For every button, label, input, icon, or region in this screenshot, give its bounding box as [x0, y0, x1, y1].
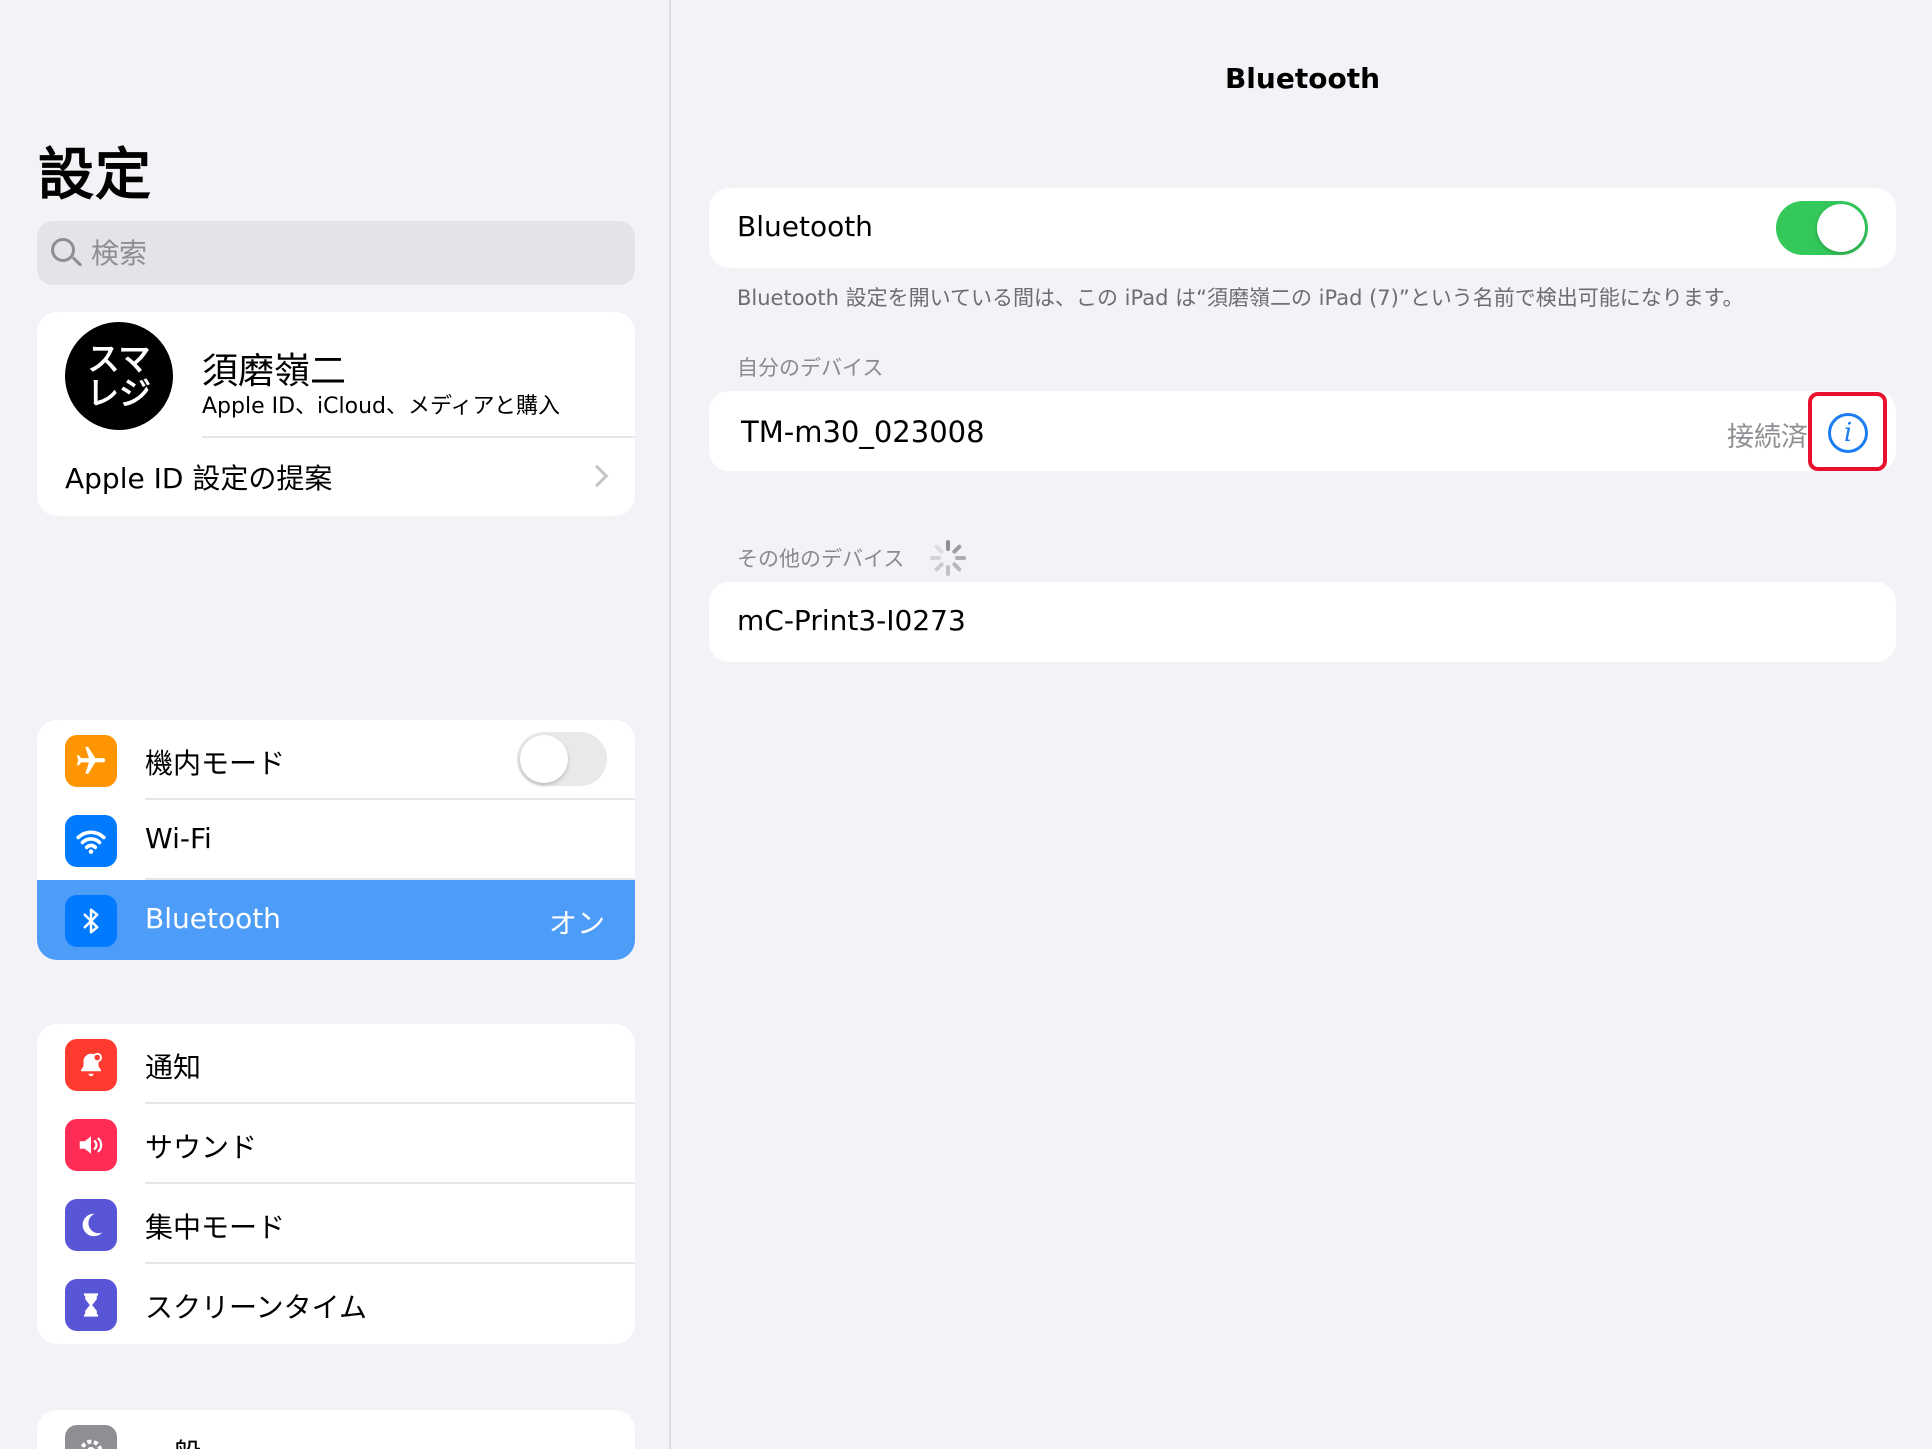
notifications-group: 通知 サウンド 集中モード スクリーンタイム — [37, 1024, 635, 1344]
hourglass-icon — [65, 1279, 117, 1331]
avatar: スマレジ — [65, 322, 173, 430]
moon-icon — [65, 1199, 117, 1251]
search-input[interactable] — [91, 236, 611, 270]
avatar-text: スマレジ — [86, 340, 151, 412]
my-devices-header: 自分のデバイス — [737, 356, 884, 380]
sidebar-item-label: スクリーンタイム — [145, 1291, 368, 1324]
other-device-row[interactable]: mC-Print3-I0273 — [709, 582, 1896, 662]
discoverable-footnote: Bluetooth 設定を開いている間は、この iPad は“須磨嶺二の iPa… — [737, 286, 1744, 310]
my-device-row[interactable]: TM-m30_023008 接続済 i — [709, 391, 1896, 471]
sidebar-item-label: 機内モード — [145, 747, 286, 780]
gear-icon — [65, 1425, 117, 1449]
sidebar-item-label: Bluetooth — [145, 902, 281, 935]
sidebar-item-wifi[interactable]: Wi-Fi — [37, 800, 635, 880]
sidebar-item-airplane-mode[interactable]: 機内モード — [37, 720, 635, 800]
profile-row[interactable]: スマレジ 須磨嶺二 Apple ID、iCloud、メディアと購入 — [37, 312, 635, 436]
sidebar-item-notifications[interactable]: 通知 — [37, 1024, 635, 1104]
bluetooth-status-value: オン — [548, 907, 605, 940]
sidebar: 設定 スマレジ 須磨嶺二 Apple ID、iCloud、メディアと購入 App… — [0, 0, 671, 1449]
device-status: 接続済 — [1727, 422, 1808, 453]
sidebar-item-label: サウンド — [145, 1131, 258, 1164]
sidebar-item-general[interactable]: 一般 — [37, 1410, 635, 1449]
search-icon — [49, 236, 83, 270]
sidebar-item-label: 通知 — [145, 1051, 202, 1084]
speaker-icon — [65, 1119, 117, 1171]
apple-id-suggestion-row[interactable]: Apple ID 設定の提案 — [37, 438, 635, 516]
sidebar-item-label: 一般 — [145, 1432, 201, 1449]
sidebar-item-sounds[interactable]: サウンド — [37, 1104, 635, 1184]
airplane-mode-toggle[interactable] — [517, 732, 607, 786]
profile-name: 須磨嶺二 — [202, 351, 347, 392]
device-name: TM-m30_023008 — [741, 415, 985, 449]
general-group: 一般 — [37, 1410, 635, 1449]
profile-card: スマレジ 須磨嶺二 Apple ID、iCloud、メディアと購入 Apple … — [37, 312, 635, 516]
chevron-right-icon — [585, 464, 609, 488]
sidebar-item-screen-time[interactable]: スクリーンタイム — [37, 1264, 635, 1344]
connectivity-group: 機内モード Wi-Fi Bluetooth オン — [37, 720, 635, 960]
sidebar-item-label: 集中モード — [145, 1211, 286, 1244]
bluetooth-toggle[interactable] — [1776, 201, 1868, 255]
bell-icon — [65, 1039, 117, 1091]
loading-spinner-icon — [928, 538, 968, 578]
bluetooth-icon — [65, 895, 117, 947]
info-button-highlight — [1808, 392, 1887, 471]
apple-id-suggestion-label: Apple ID 設定の提案 — [65, 462, 333, 495]
sidebar-title: 設定 — [38, 143, 152, 208]
sidebar-item-bluetooth[interactable]: Bluetooth オン — [37, 880, 635, 960]
wifi-icon — [65, 815, 117, 867]
device-name: mC-Print3-I0273 — [737, 604, 966, 637]
search-bar[interactable] — [37, 221, 635, 285]
other-devices-header: その他のデバイス — [737, 547, 905, 571]
bluetooth-toggle-card: Bluetooth — [709, 188, 1896, 268]
sidebar-item-focus[interactable]: 集中モード — [37, 1184, 635, 1264]
bluetooth-toggle-label: Bluetooth — [737, 210, 873, 243]
page-title: Bluetooth — [1224, 62, 1381, 95]
profile-subtitle: Apple ID、iCloud、メディアと購入 — [202, 394, 561, 419]
sidebar-item-label: Wi-Fi — [145, 822, 212, 855]
airplane-icon — [65, 735, 117, 787]
